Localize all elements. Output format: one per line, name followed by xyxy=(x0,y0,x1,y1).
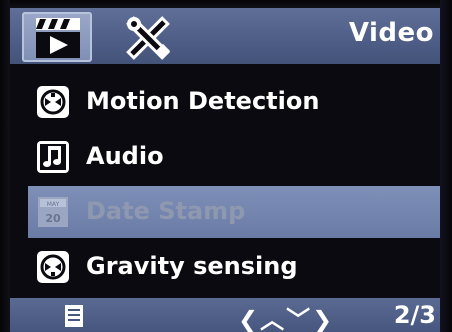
menu-item-gravity-sensing[interactable]: Gravity sensing xyxy=(28,241,440,293)
page-indicator: 2/3 xyxy=(393,301,436,329)
video-clapper-icon xyxy=(36,18,80,58)
svg-text:20: 20 xyxy=(45,212,61,225)
menu-item-audio[interactable]: Audio xyxy=(28,131,440,183)
motion-detection-icon xyxy=(37,86,69,118)
menu-item-label: Motion Detection xyxy=(86,87,320,115)
menu-item-date-stamp[interactable]: MAY 20 Date Stamp xyxy=(28,186,440,238)
navigation-arrows[interactable]: ❮︿﹀❯ xyxy=(238,300,334,332)
menu-item-label: Gravity sensing xyxy=(86,252,298,280)
screen-bezel-left xyxy=(0,0,10,332)
music-note-icon xyxy=(37,141,69,173)
menu-item-label: Audio xyxy=(86,142,164,170)
menu-item-motion-detection[interactable]: Motion Detection xyxy=(28,76,440,128)
menu-icon[interactable] xyxy=(64,304,84,328)
screen-bezel-top xyxy=(0,0,452,8)
header-title: Video xyxy=(348,18,434,48)
menu-item-label: Date Stamp xyxy=(86,197,246,225)
tools-icon[interactable] xyxy=(124,16,172,60)
screen-bezel-right xyxy=(440,0,452,332)
svg-text:MAY: MAY xyxy=(47,201,60,208)
calendar-icon: MAY 20 xyxy=(38,197,68,227)
gravity-sensor-icon xyxy=(37,251,69,283)
camera-menu-screen: Video Motion Detection Audio MAY 20 Date… xyxy=(0,0,452,332)
footer-bar: ❮︿﹀❯ 2/3 xyxy=(10,298,440,332)
